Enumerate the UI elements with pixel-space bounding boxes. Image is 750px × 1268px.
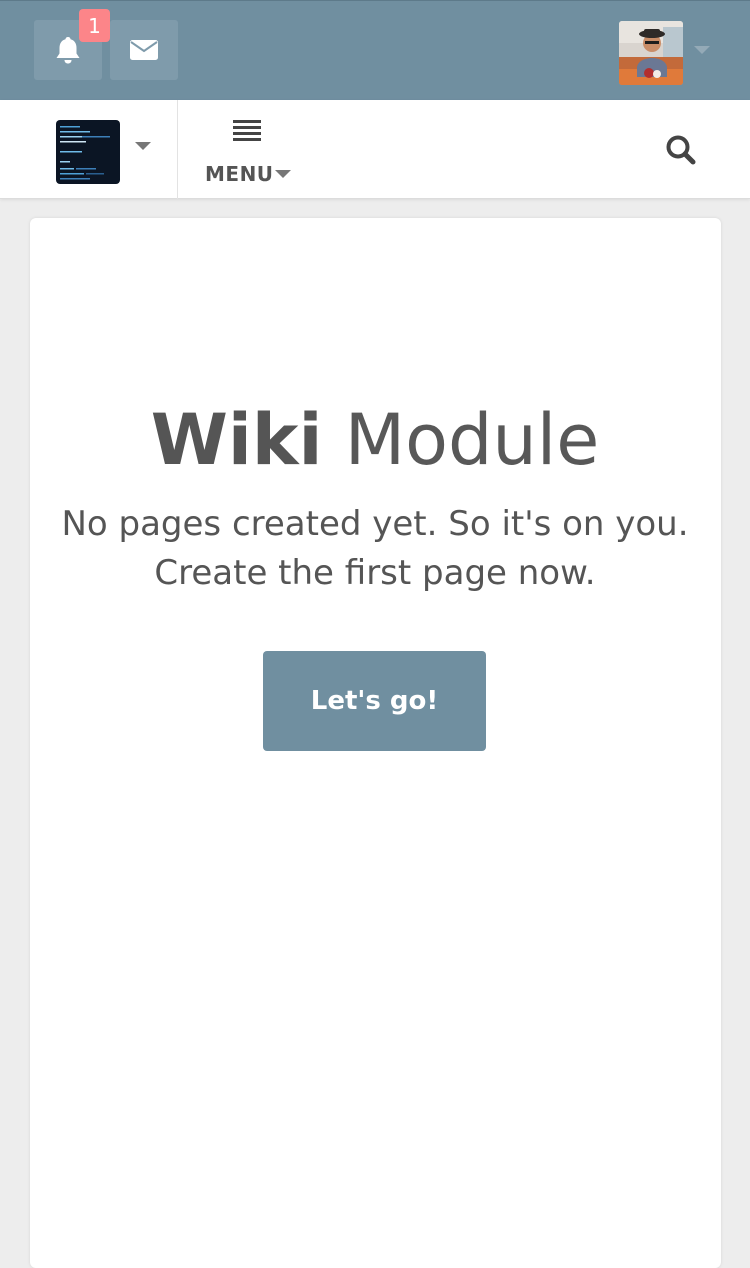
user-photo <box>619 21 683 85</box>
space-chooser[interactable] <box>0 100 178 199</box>
title-light: Module <box>344 399 600 481</box>
user-menu-caret-icon[interactable] <box>694 46 710 54</box>
page-title: Wiki Module <box>0 398 750 482</box>
menu-toggle[interactable]: MENU <box>198 100 302 199</box>
notification-count-badge: 1 <box>79 9 110 42</box>
hamburger-icon <box>233 120 261 141</box>
create-first-page-button[interactable]: Let's go! <box>263 651 486 751</box>
search-icon <box>666 135 696 165</box>
title-bold: Wiki <box>150 399 323 481</box>
bell-icon <box>56 37 80 64</box>
messages-button[interactable] <box>110 20 178 80</box>
menu-caret-icon <box>275 170 291 178</box>
search-button[interactable] <box>664 133 698 167</box>
space-avatar <box>56 120 120 184</box>
top-bar: 1 <box>0 0 750 100</box>
empty-state-line-2: Create the first page now. <box>154 553 596 593</box>
code-thumbnail-image <box>56 120 120 184</box>
empty-state-message: No pages created yet. So it's on you. Cr… <box>40 500 710 598</box>
menu-label: MENU <box>205 162 274 186</box>
space-nav-bar: MENU <box>0 100 750 199</box>
empty-state-line-1: No pages created yet. So it's on you. <box>61 504 689 544</box>
envelope-icon <box>130 40 158 60</box>
space-chooser-caret-icon <box>135 142 151 150</box>
user-avatar[interactable] <box>619 21 683 85</box>
